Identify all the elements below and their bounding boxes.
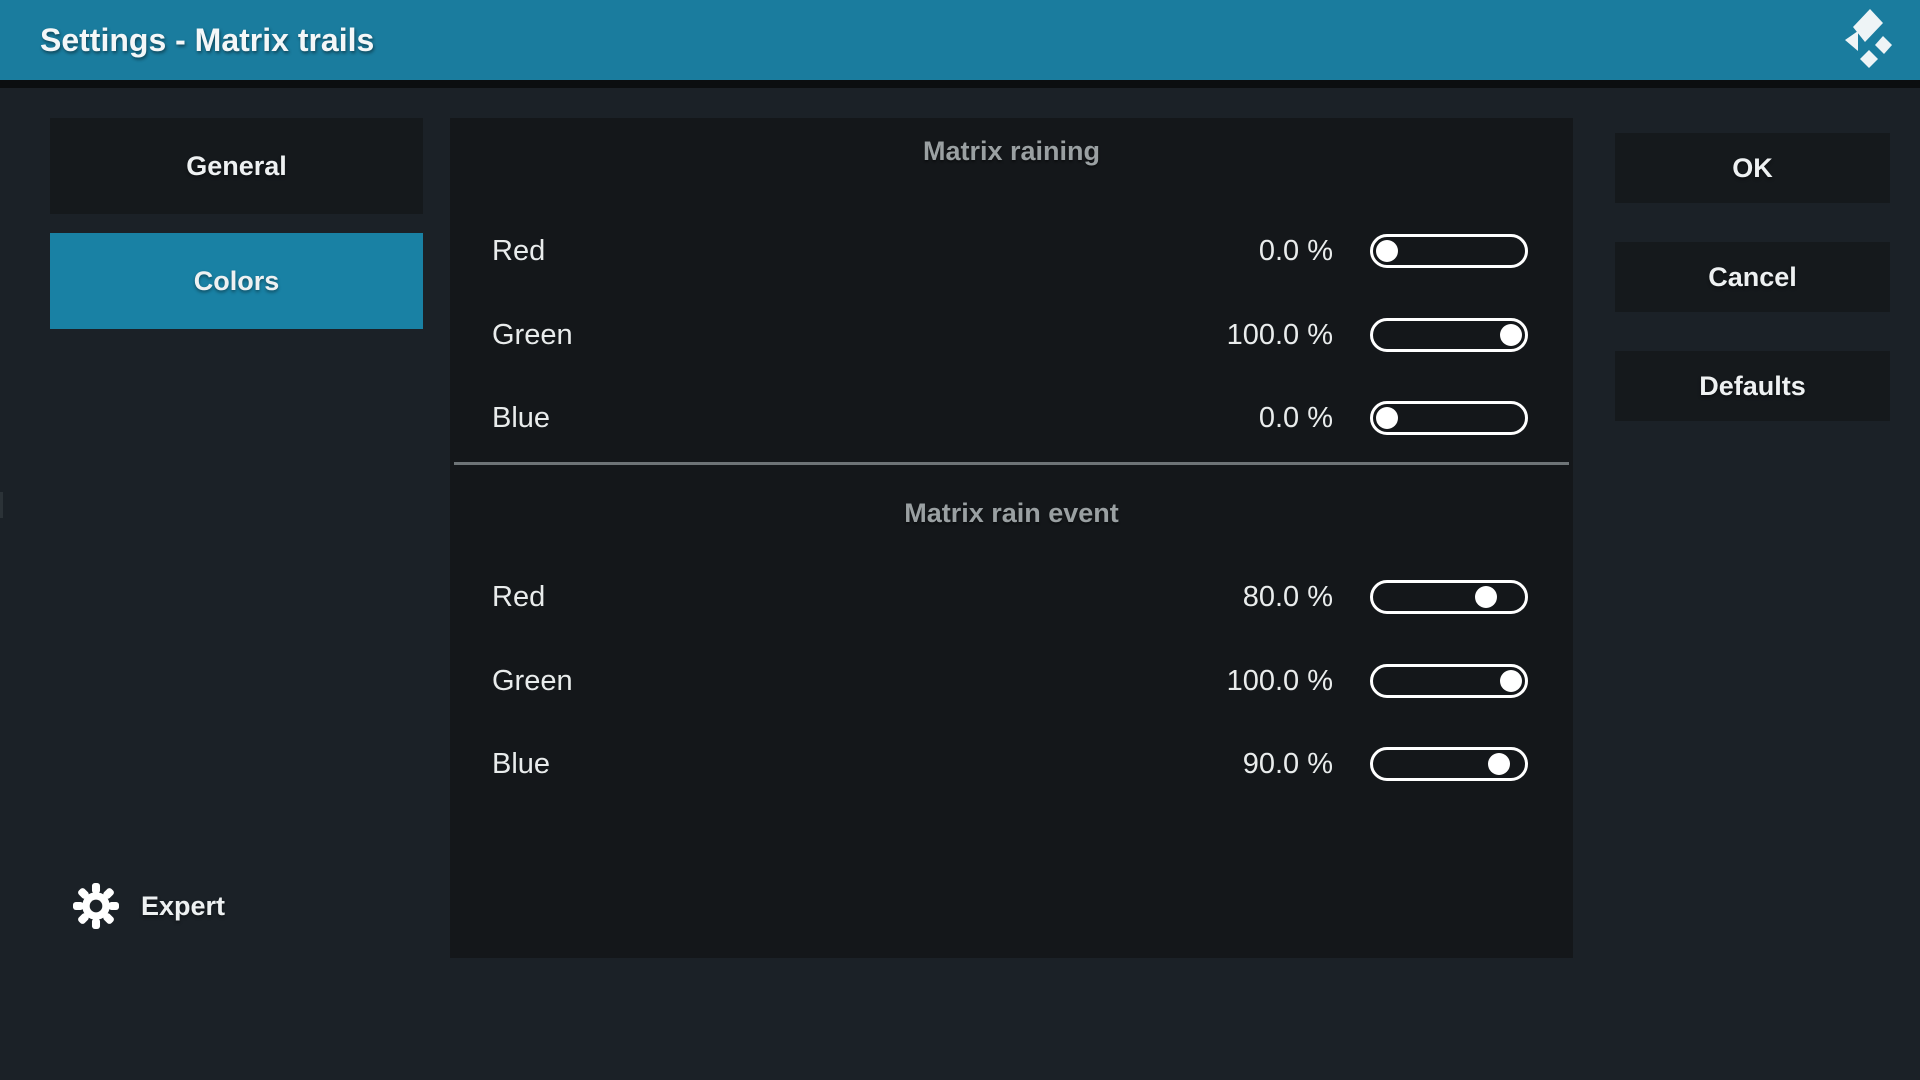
sidebar-item-label: General <box>186 151 287 182</box>
cancel-button-label: Cancel <box>1708 262 1797 293</box>
setting-slider[interactable] <box>1370 664 1528 698</box>
setting-label: Green <box>492 318 573 352</box>
setting-label: Green <box>492 664 573 698</box>
gear-icon <box>73 883 119 929</box>
dialog-title: Settings - Matrix trails <box>40 0 374 80</box>
setting-label: Blue <box>492 401 550 435</box>
setting-row[interactable]: Red 80.0 % <box>450 580 1573 614</box>
kodi-logo-icon <box>1844 8 1898 72</box>
sidebar-item-colors[interactable]: Colors <box>50 233 423 329</box>
slider-knob[interactable] <box>1376 407 1398 429</box>
slider-knob[interactable] <box>1500 670 1522 692</box>
settings-panel: Matrix raining Red 0.0 % Green 100.0 % B… <box>450 118 1573 958</box>
header-shadow-strip <box>0 80 1920 88</box>
setting-slider[interactable] <box>1370 234 1528 268</box>
setting-value: 90.0 % <box>1243 747 1333 781</box>
left-edge-scrollbar <box>0 492 3 518</box>
setting-slider[interactable] <box>1370 401 1528 435</box>
setting-row[interactable]: Blue 90.0 % <box>450 747 1573 781</box>
setting-label: Blue <box>492 747 550 781</box>
defaults-button-label: Defaults <box>1699 371 1806 402</box>
setting-value: 100.0 % <box>1227 318 1333 352</box>
section-title: Matrix raining <box>450 136 1573 167</box>
slider-knob[interactable] <box>1488 753 1510 775</box>
setting-row[interactable]: Green 100.0 % <box>450 318 1573 352</box>
setting-slider[interactable] <box>1370 318 1528 352</box>
setting-slider[interactable] <box>1370 747 1528 781</box>
settings-dialog: Settings - Matrix trails General Colors … <box>0 0 1920 1080</box>
setting-value: 0.0 % <box>1259 401 1333 435</box>
setting-value: 0.0 % <box>1259 234 1333 268</box>
setting-row[interactable]: Red 0.0 % <box>450 234 1573 268</box>
section-divider <box>454 462 1569 465</box>
setting-label: Red <box>492 580 545 614</box>
slider-knob[interactable] <box>1475 586 1497 608</box>
setting-slider[interactable] <box>1370 580 1528 614</box>
cancel-button[interactable]: Cancel <box>1615 242 1890 312</box>
setting-value: 80.0 % <box>1243 580 1333 614</box>
sidebar-item-label: Colors <box>194 266 280 297</box>
settings-level-toggle[interactable]: Expert <box>73 882 225 930</box>
setting-value: 100.0 % <box>1227 664 1333 698</box>
setting-label: Red <box>492 234 545 268</box>
settings-level-label: Expert <box>141 891 225 922</box>
sidebar-item-general[interactable]: General <box>50 118 423 214</box>
slider-knob[interactable] <box>1376 240 1398 262</box>
ok-button[interactable]: OK <box>1615 133 1890 203</box>
ok-button-label: OK <box>1732 153 1773 184</box>
section-title: Matrix rain event <box>450 498 1573 529</box>
slider-knob[interactable] <box>1500 324 1522 346</box>
dialog-header: Settings - Matrix trails <box>0 0 1920 80</box>
setting-row[interactable]: Green 100.0 % <box>450 664 1573 698</box>
defaults-button[interactable]: Defaults <box>1615 351 1890 421</box>
setting-row[interactable]: Blue 0.0 % <box>450 401 1573 435</box>
